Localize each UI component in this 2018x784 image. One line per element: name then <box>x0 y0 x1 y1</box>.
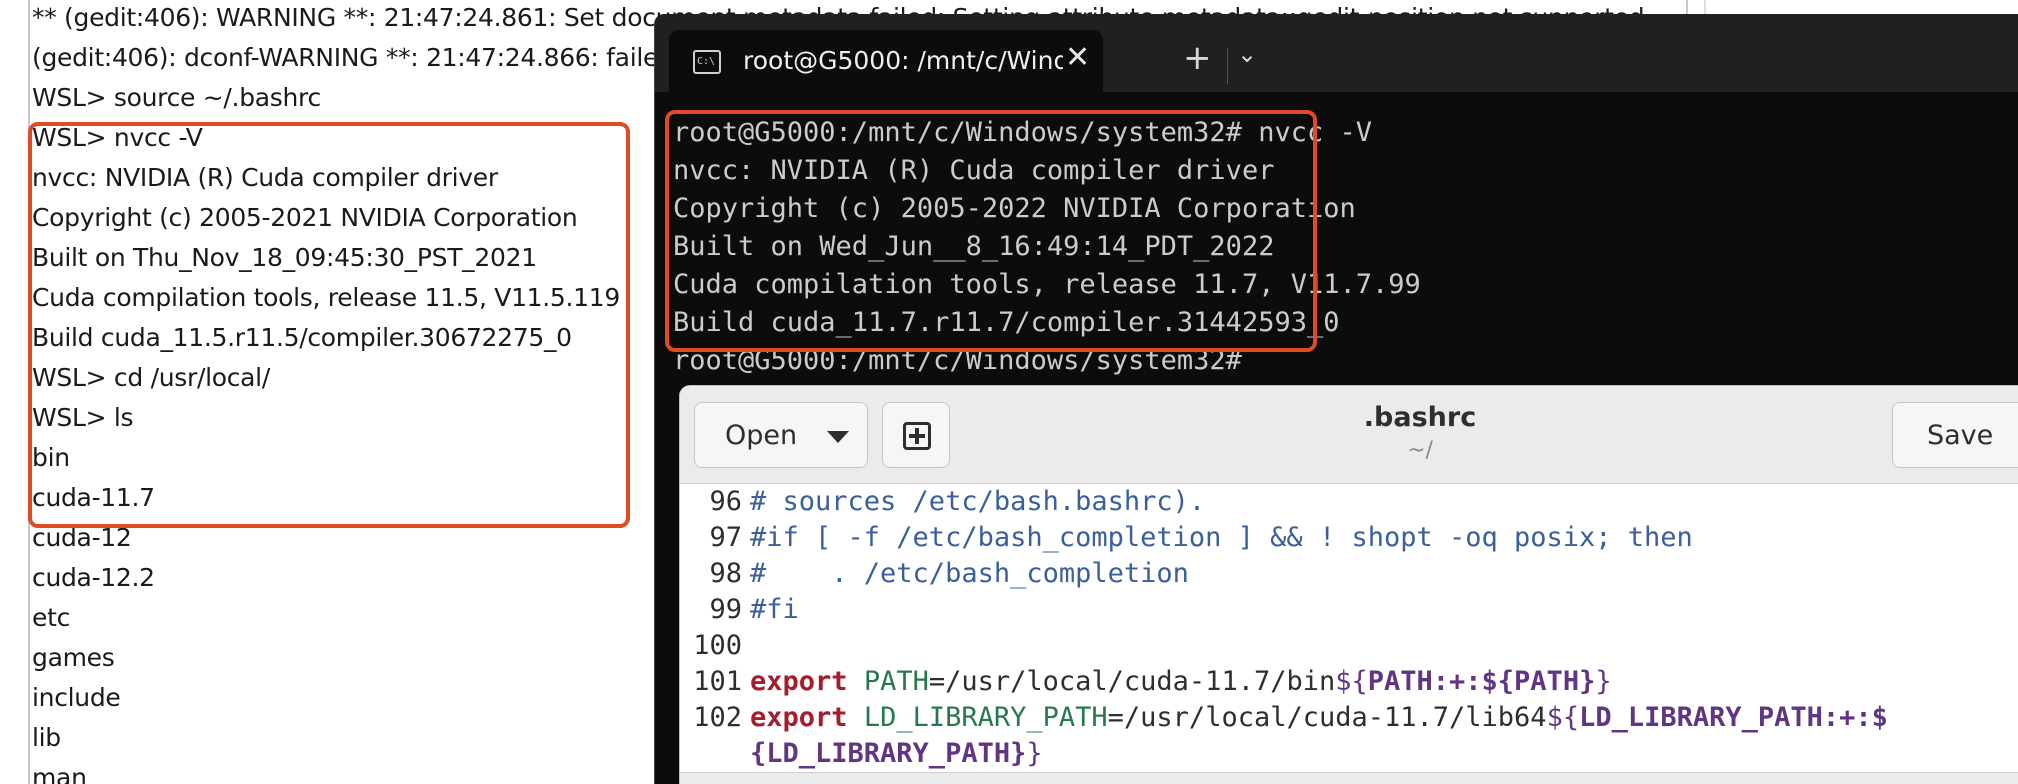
code-token: } <box>1026 738 1043 769</box>
log-line: games <box>32 643 115 672</box>
code-token: ${ <box>1335 666 1368 697</box>
line-number: 96 <box>709 486 742 517</box>
line-number: 101 <box>693 666 742 697</box>
code-token: =/usr/local/cuda-11.7/bin <box>928 666 1336 697</box>
document-title: .bashrc <box>1363 402 1477 433</box>
document-path: ~/ <box>1407 438 1433 463</box>
new-tab-plus-icon <box>903 422 931 450</box>
log-line: man <box>32 763 87 784</box>
open-button-label: Open <box>725 420 798 451</box>
code-text: {LD_LIBRARY_PATH}} <box>750 736 1043 772</box>
code-text: #fi <box>750 592 799 628</box>
line-number: 99 <box>709 594 742 625</box>
terminal-highlight-box <box>665 110 1317 352</box>
log-line: WSL> source ~/.bashrc <box>32 83 321 112</box>
save-button[interactable]: Save <box>1892 402 2018 468</box>
log-line: etc <box>32 603 71 632</box>
code-token: export <box>750 666 848 697</box>
tabbar-separator <box>1227 48 1228 84</box>
open-button[interactable]: Open <box>694 402 868 468</box>
gedit-statusbar <box>680 772 2018 784</box>
chevron-down-icon[interactable]: ⌄ <box>1237 40 1257 68</box>
line-number: 98 <box>709 558 742 589</box>
code-text: export LD_LIBRARY_PATH=/usr/local/cuda-1… <box>750 700 1888 736</box>
code-token: #if [ -f /etc/bash_completion ] && ! sho… <box>750 522 1693 553</box>
terminal-tab[interactable]: C:\ root@G5000: /mnt/c/Windows/system32 … <box>669 30 1103 92</box>
line-number: 100 <box>693 630 742 661</box>
code-token: } <box>1595 666 1612 697</box>
log-line: lib <box>32 723 61 752</box>
wsl-highlight-box <box>28 122 630 528</box>
code-token: LD_LIBRARY_PATH <box>863 702 1108 733</box>
code-token: export <box>750 702 848 733</box>
code-token: PATH <box>863 666 929 697</box>
save-button-label: Save <box>1927 420 1994 451</box>
code-token: # sources /etc/bash.bashrc). <box>750 486 1206 517</box>
code-token: =/usr/local/cuda-11.7/lib64 <box>1107 702 1547 733</box>
gedit-headerbar: Open .bashrc ~/ Save <box>680 386 2018 484</box>
new-tab-icon[interactable]: + <box>1183 38 1212 78</box>
new-document-button[interactable] <box>882 402 950 468</box>
code-text: # . /etc/bash_completion <box>750 556 1189 592</box>
tab-title: root@G5000: /mnt/c/Windows/system32 <box>743 46 1063 75</box>
terminal-tabbar: C:\ root@G5000: /mnt/c/Windows/system32 … <box>655 14 2018 92</box>
command-prompt-icon: C:\ <box>693 50 721 74</box>
code-token: #fi <box>750 594 799 625</box>
code-token: LD_LIBRARY_PATH:+:$ <box>1579 702 1888 733</box>
gedit-window[interactable]: Open .bashrc ~/ Save 96 # sources /etc/ba… <box>680 386 2018 784</box>
line-number: 102 <box>693 702 742 733</box>
line-number: 97 <box>709 522 742 553</box>
code-text: # sources /etc/bash.bashrc). <box>750 484 1205 520</box>
code-token: PATH:+:${PATH} <box>1367 666 1596 697</box>
code-token: {LD_LIBRARY_PATH} <box>750 738 1027 769</box>
code-text: #if [ -f /etc/bash_completion ] && ! sho… <box>750 520 1693 556</box>
text-editor[interactable]: 96 # sources /etc/bash.bashrc). 97 #if [ -f… <box>680 484 2018 784</box>
caret-down-icon <box>827 431 849 443</box>
code-text: export PATH=/usr/local/cuda-11.7/bin${PA… <box>750 664 1612 700</box>
close-tab-icon[interactable]: ✕ <box>1065 40 1090 75</box>
log-line: include <box>32 683 121 712</box>
log-line: cuda-12.2 <box>32 563 155 592</box>
code-token: ${ <box>1546 702 1580 733</box>
code-token: # . /etc/bash_completion <box>750 558 1189 589</box>
